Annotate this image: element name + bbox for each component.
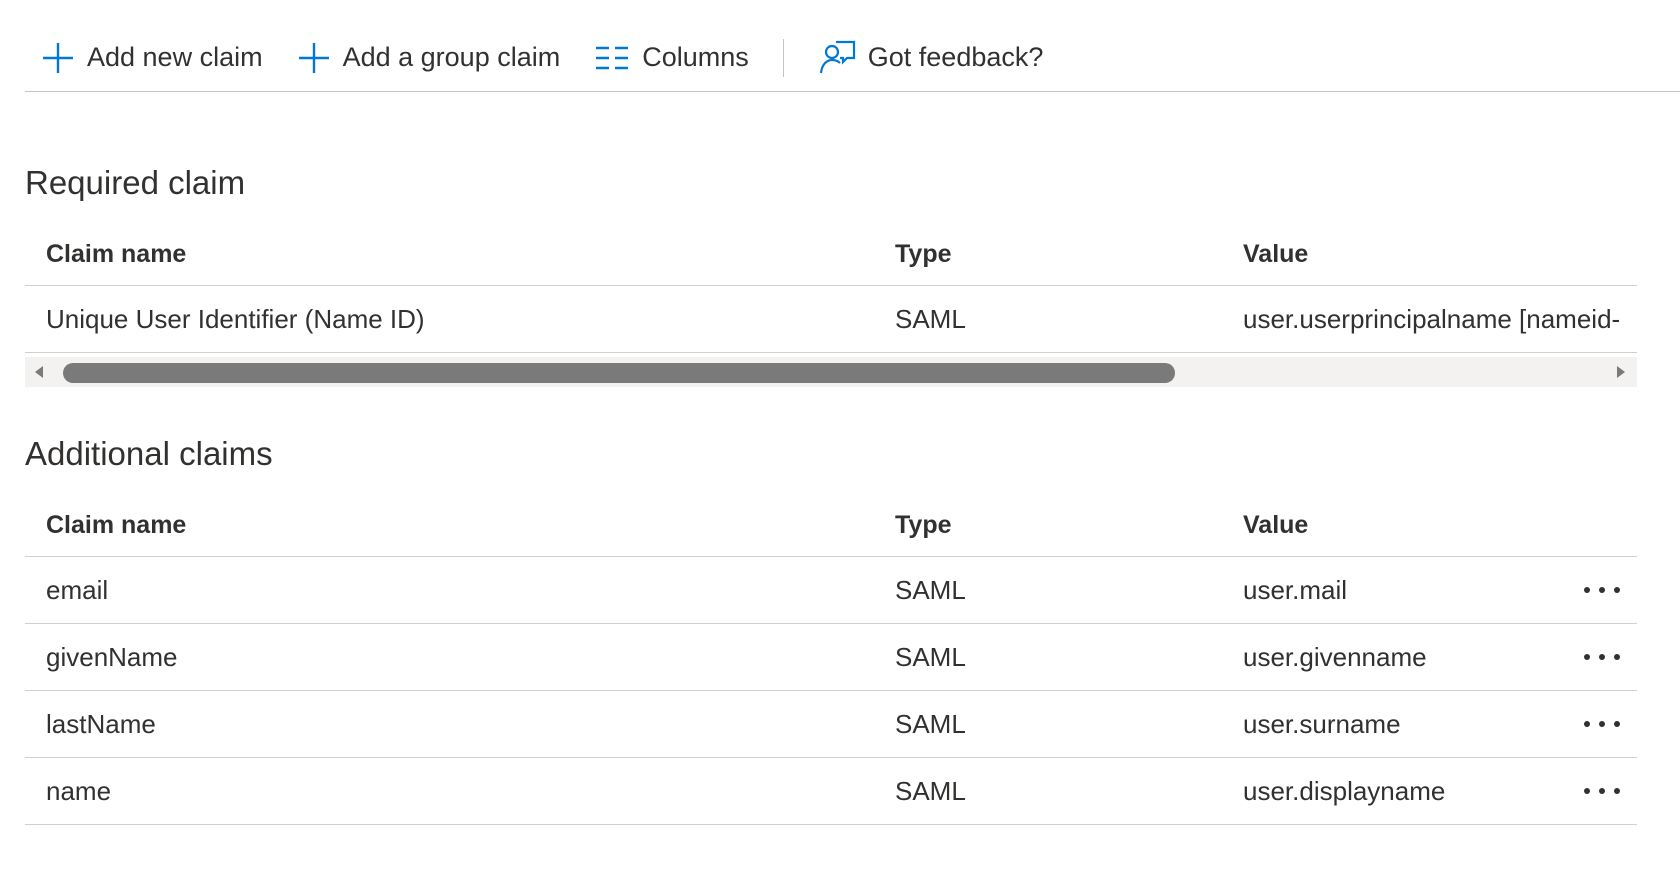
additional-claims-table: Claim name Type Value email SAML user.ma…: [25, 495, 1637, 825]
column-header-claim-name[interactable]: Claim name: [46, 224, 846, 285]
horizontal-scrollbar[interactable]: [25, 357, 1637, 387]
claims-page: Add new claim Add a group claim Columns: [0, 0, 1680, 878]
additional-claims-heading: Additional claims: [25, 435, 273, 472]
claim-name-cell: email: [46, 574, 109, 605]
columns-icon: [594, 45, 630, 71]
claim-name-cell: name: [46, 775, 112, 806]
table-row[interactable]: Unique User Identifier (Name ID) SAML us…: [25, 286, 1637, 353]
feedback-label: Got feedback?: [867, 42, 1044, 72]
column-header-value[interactable]: Value: [1243, 495, 1637, 556]
more-options-icon[interactable]: [1583, 624, 1621, 690]
table-row[interactable]: name SAML user.displayname: [25, 758, 1637, 825]
table-row[interactable]: email SAML user.mail: [25, 557, 1637, 624]
feedback-button[interactable]: Got feedback?: [818, 39, 1044, 77]
table-header-row: Claim name Type Value: [25, 224, 1637, 286]
more-options-icon[interactable]: [1583, 557, 1621, 623]
claim-type-cell: SAML: [895, 574, 966, 605]
toolbar-divider: [782, 38, 784, 77]
more-options-icon[interactable]: [1583, 758, 1621, 824]
plus-icon: [41, 41, 75, 75]
command-bar: Add new claim Add a group claim Columns: [25, 32, 1680, 92]
scroll-right-arrow-icon[interactable]: [1613, 364, 1629, 385]
plus-icon: [297, 41, 331, 75]
column-header-type[interactable]: Type: [895, 224, 1195, 285]
columns-label: Columns: [642, 42, 749, 72]
claim-value-cell: user.mail: [1243, 574, 1348, 605]
add-group-claim-button[interactable]: Add a group claim: [297, 41, 561, 75]
feedback-icon: [818, 39, 856, 77]
required-claim-table: Claim name Type Value Unique User Identi…: [25, 224, 1637, 353]
column-header-value[interactable]: Value: [1243, 224, 1637, 285]
claim-type-cell: SAML: [895, 775, 966, 806]
more-options-icon[interactable]: [1583, 691, 1621, 757]
claim-type-cell: SAML: [895, 641, 966, 672]
add-new-claim-button[interactable]: Add new claim: [41, 41, 263, 75]
table-header-row: Claim name Type Value: [25, 495, 1637, 557]
column-header-claim-name[interactable]: Claim name: [46, 495, 846, 556]
claim-name-cell: givenName: [46, 641, 178, 672]
claim-value-cell: user.surname: [1243, 708, 1401, 739]
columns-button[interactable]: Columns: [594, 42, 749, 73]
table-row[interactable]: givenName SAML user.givenname: [25, 624, 1637, 691]
scroll-left-arrow-icon[interactable]: [31, 364, 47, 385]
scrollbar-thumb[interactable]: [63, 363, 1175, 383]
claim-value-cell: user.givenname: [1243, 641, 1427, 672]
table-row[interactable]: lastName SAML user.surname: [25, 691, 1637, 758]
required-claim-heading: Required claim: [25, 164, 246, 201]
add-new-claim-label: Add new claim: [87, 42, 263, 72]
claim-type-cell: SAML: [895, 303, 966, 334]
claim-value-cell: user.userprincipalname [nameid-: [1243, 303, 1621, 334]
claim-name-cell: Unique User Identifier (Name ID): [46, 303, 425, 334]
claim-name-cell: lastName: [46, 708, 156, 739]
add-group-claim-label: Add a group claim: [342, 42, 561, 72]
claim-value-cell: user.displayname: [1243, 775, 1446, 806]
claim-type-cell: SAML: [895, 708, 966, 739]
column-header-type[interactable]: Type: [895, 495, 1195, 556]
